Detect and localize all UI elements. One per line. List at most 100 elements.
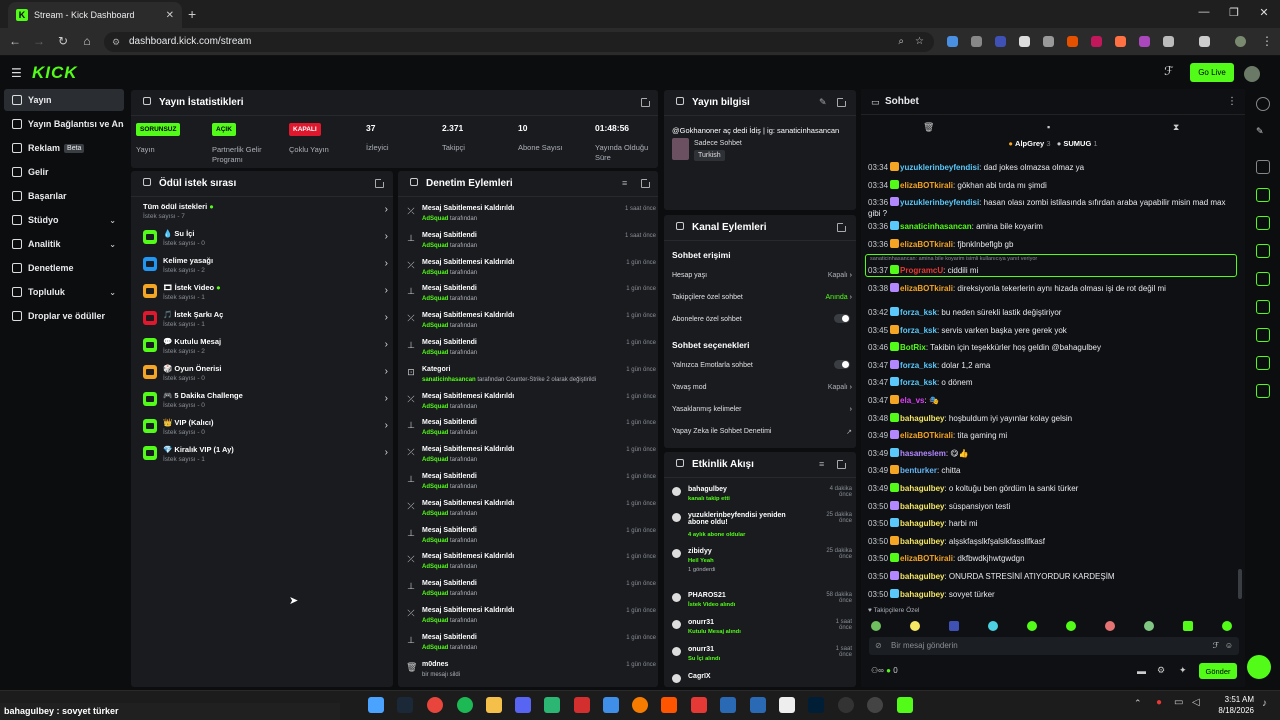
reward-item-all[interactable]: Tüm ödül istekleri ● İstek sayısı - 7 › — [143, 199, 388, 225]
reward-item[interactable]: 💧 Su İçi İstek sayısı - 0 › — [143, 226, 388, 252]
app-icon[interactable] — [779, 697, 795, 713]
message-username[interactable]: bahagulbey — [900, 414, 944, 423]
sidebar-item-gelir[interactable]: Gelir — [4, 161, 124, 183]
discord-icon[interactable] — [515, 697, 531, 713]
gear-icon[interactable]: ⚙ — [1157, 665, 1165, 676]
reward-item[interactable]: 🎮 5 Dakika Challenge İstek sayısı - 0 › — [143, 388, 388, 414]
microphone-icon[interactable]: ● — [1156, 697, 1162, 708]
message-username[interactable]: benturker — [900, 466, 937, 475]
sidebar-item-studyo[interactable]: Stüdyo ⌄ — [4, 209, 124, 231]
tray-chevron-icon[interactable]: ⌃ — [1134, 698, 1142, 709]
channel-setting-row[interactable]: Yavaş mod Kapalı › — [672, 384, 852, 391]
emote-icon[interactable] — [871, 621, 881, 631]
message-username[interactable]: bahagulbey — [900, 484, 944, 493]
message-username[interactable]: bahagulbey — [900, 502, 944, 511]
channel-setting-row[interactable]: Hesap yaşı Kapalı › — [672, 272, 852, 279]
reward-item[interactable]: 💬 Kutulu Mesaj İstek sayısı - 2 › — [143, 334, 388, 360]
extension-icon[interactable] — [1067, 36, 1078, 47]
message-username[interactable]: bahagulbey — [900, 590, 944, 599]
chat-input[interactable]: Bir mesaj gönderin ⊘ ℱ ☺ — [869, 637, 1239, 655]
extension-icon[interactable] — [947, 36, 958, 47]
chat-bubble-icon[interactable]: ▬ — [1137, 666, 1146, 676]
toggle-switch[interactable] — [834, 314, 850, 323]
chat-menu-icon[interactable]: ⋮ — [1227, 96, 1237, 107]
message-username[interactable]: yuzuklerinbeyfendisi — [900, 198, 979, 207]
edit-pencil-icon[interactable]: ✎ — [819, 97, 827, 108]
sidebar-item-reklam[interactable]: Reklam Beta — [4, 137, 124, 159]
file-explorer-icon[interactable] — [486, 697, 502, 713]
message-username[interactable]: elizaBOTkirali — [900, 181, 953, 190]
channel-setting-row[interactable]: Yalnızca Emotlarla sohbet — [672, 360, 852, 369]
translate-icon[interactable]: ℱ — [1213, 637, 1219, 655]
extension-icon[interactable] — [995, 36, 1006, 47]
wrench-icon[interactable] — [1256, 328, 1270, 342]
emote-icon[interactable] — [1183, 621, 1193, 631]
profile-avatar[interactable] — [1235, 36, 1246, 47]
filter-icon[interactable]: ≡ — [622, 178, 627, 188]
help-chat-icon[interactable] — [1247, 655, 1271, 679]
extensions-puzzle-icon[interactable] — [1163, 36, 1174, 47]
message-username[interactable]: bahagulbey — [900, 519, 944, 528]
spotify-icon[interactable] — [457, 697, 473, 713]
soundcloud-icon[interactable] — [661, 697, 677, 713]
stack-icon[interactable] — [1256, 300, 1270, 314]
popout-icon[interactable] — [837, 97, 847, 107]
share-icon[interactable] — [1256, 356, 1270, 370]
message-username[interactable]: ProgramcU — [900, 266, 943, 275]
close-tab-icon[interactable]: ✕ — [166, 10, 174, 21]
extension-icon[interactable] — [1115, 36, 1126, 47]
sidebar-item-droplar[interactable]: Droplar ve ödüller — [4, 305, 124, 327]
browser-tab[interactable]: K Stream - Kick Dashboard ✕ — [8, 2, 182, 28]
popout-icon[interactable] — [641, 178, 651, 188]
bolt-icon[interactable] — [1256, 188, 1270, 202]
network-icon[interactable]: ▭ — [1174, 697, 1183, 708]
back-icon[interactable]: ← — [7, 34, 23, 48]
app-icon[interactable] — [720, 697, 736, 713]
send-button[interactable]: Gönder — [1199, 663, 1237, 679]
app-icon[interactable] — [632, 697, 648, 713]
message-username[interactable]: elizaBOTkirali — [900, 284, 953, 293]
app-icon[interactable] — [574, 697, 590, 713]
app-icon[interactable] — [867, 697, 883, 713]
filter-icon[interactable]: ≡ — [819, 459, 824, 469]
sidebar-item-basarilar[interactable]: Başarılar — [4, 185, 124, 207]
forward-icon[interactable]: → — [31, 34, 47, 48]
taskbar-clock[interactable]: 3:51 AM 8/18/2026 — [1214, 694, 1254, 716]
bookmarks-icon[interactable] — [1199, 36, 1210, 47]
gift-icon[interactable] — [1256, 384, 1270, 398]
volume-icon[interactable]: ◁ — [1192, 697, 1200, 708]
chat-bubble-icon[interactable]: ▪ — [1047, 122, 1050, 132]
channel-setting-row[interactable]: Abonelere özel sohbet — [672, 314, 852, 323]
layout-icon[interactable] — [1256, 160, 1270, 174]
chrome-icon[interactable] — [427, 697, 443, 713]
close-window-icon[interactable]: ✕ — [1254, 6, 1274, 19]
gift-icon[interactable]: ✦ — [1179, 665, 1187, 676]
channel-setting-row[interactable]: Yasaklanmış kelimeler › — [672, 406, 852, 413]
browser-menu-icon[interactable]: ⋮ — [1259, 34, 1275, 48]
emote-icon[interactable] — [1222, 621, 1232, 631]
go-live-button[interactable]: Go Live — [1190, 63, 1234, 82]
user-avatar[interactable] — [1244, 66, 1260, 82]
sidebar-item-analitik[interactable]: Analitik ⌄ — [4, 233, 124, 255]
chat-scrollbar[interactable] — [1238, 569, 1242, 599]
emote-icon[interactable] — [949, 621, 959, 631]
message-username[interactable]: sanaticinhasancan — [900, 222, 972, 231]
reward-item[interactable]: 🎲 Oyun Önerisi İstek sayısı - 0 › — [143, 361, 388, 387]
reward-item[interactable]: 🎵 İstek Şarkı Aç İstek sayısı - 1 › — [143, 307, 388, 333]
message-username[interactable]: forza_ksk — [900, 308, 937, 317]
info-icon[interactable] — [1256, 97, 1270, 111]
message-username[interactable]: ela_vs — [900, 396, 924, 405]
site-info-icon[interactable]: ⚙ — [112, 32, 120, 52]
emote-icon[interactable] — [1105, 621, 1115, 631]
extension-icon[interactable] — [1043, 36, 1054, 47]
app-icon[interactable] — [897, 697, 913, 713]
message-username[interactable]: forza_ksk — [900, 378, 937, 387]
popout-icon[interactable] — [837, 222, 847, 232]
channel-setting-row[interactable]: Takipçilere özel sohbet Anında › — [672, 294, 852, 301]
sidebar-item-stream-key[interactable]: Yayın Bağlantısı ve Anahtarı — [4, 113, 124, 135]
message-username[interactable]: bahagulbey — [900, 537, 944, 546]
message-username[interactable]: yuzuklerinbeyfendisi — [900, 163, 979, 172]
message-username[interactable]: hasaneslem — [900, 449, 946, 458]
message-username[interactable]: elizaBOTkirali — [900, 554, 953, 563]
zoom-icon[interactable]: ⌕ — [898, 32, 904, 52]
